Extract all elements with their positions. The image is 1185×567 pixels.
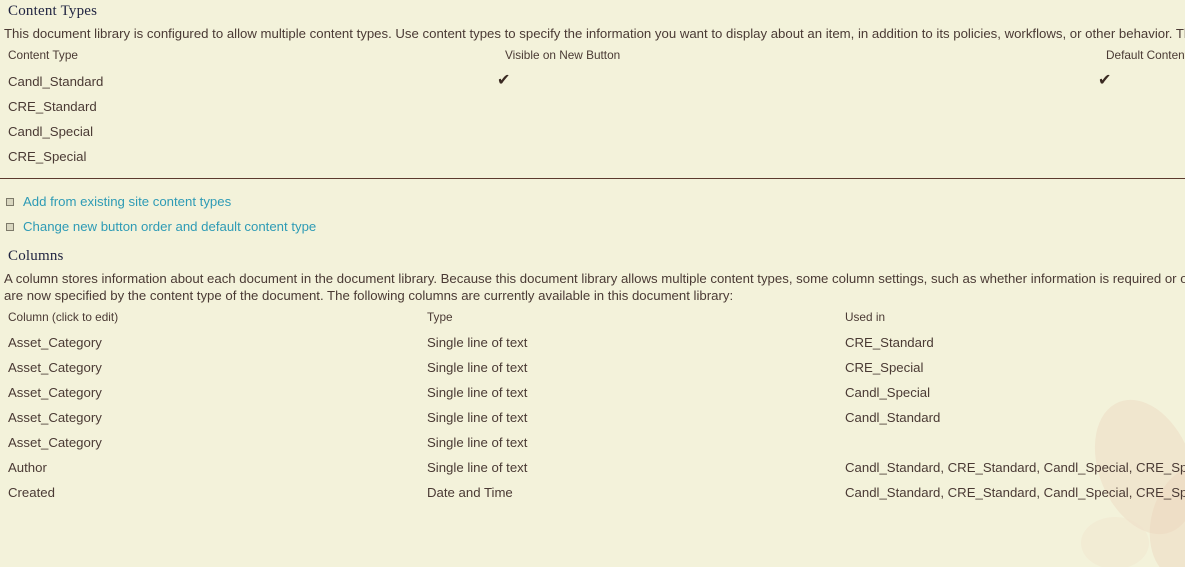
column-name[interactable]: Asset_Category bbox=[0, 355, 419, 380]
header-type: Type bbox=[427, 310, 453, 324]
columns-table-head: Column (click to edit) Type Used in bbox=[0, 304, 1185, 330]
columns-table-body: Asset_Category Single line of text CRE_S… bbox=[0, 330, 1185, 505]
visible-on-new-button-check bbox=[497, 144, 1098, 169]
column-used-in: Candl_Standard bbox=[845, 410, 941, 425]
list-item: Add from existing site content types bbox=[6, 189, 1185, 214]
table-row: Asset_Category Single line of text CRE_S… bbox=[0, 330, 1185, 355]
default-content-type-check: ✔ bbox=[1098, 68, 1185, 94]
table-row: Asset_Category Single line of text Candl… bbox=[0, 405, 1185, 430]
table-row: Author Single line of text Candl_Standar… bbox=[0, 455, 1185, 480]
column-name[interactable]: Author bbox=[0, 455, 419, 480]
visible-on-new-button-check: ✔ bbox=[497, 68, 1098, 94]
content-types-table: Content Type Visible on New Button Defau… bbox=[0, 42, 1185, 169]
default-content-type-check bbox=[1098, 94, 1185, 119]
content-type-name[interactable]: Candl_Special bbox=[0, 119, 497, 144]
add-from-existing-site-content-types-link[interactable]: Add from existing site content types bbox=[23, 194, 231, 209]
content-types-table-head: Content Type Visible on New Button Defau… bbox=[0, 42, 1185, 68]
column-type: Single line of text bbox=[427, 360, 528, 375]
table-row: Candl_Standard ✔ ✔ bbox=[0, 68, 1185, 94]
column-used-in: Candl_Special bbox=[845, 385, 931, 400]
header-content-type: Content Type bbox=[8, 48, 78, 62]
columns-header-row: Column (click to edit) Type Used in bbox=[0, 304, 1185, 330]
content-types-table-body: Candl_Standard ✔ ✔ CRE_Standard Candl_Sp… bbox=[0, 68, 1185, 169]
change-new-button-order-link[interactable]: Change new button order and default cont… bbox=[23, 219, 316, 234]
table-row: CRE_Special bbox=[0, 144, 1185, 169]
content-types-heading: Content Types bbox=[8, 3, 98, 19]
table-row: CRE_Standard bbox=[0, 94, 1185, 119]
content-type-name[interactable]: Candl_Standard bbox=[0, 68, 497, 94]
check-icon: ✔ bbox=[1098, 72, 1112, 89]
content-type-name[interactable]: CRE_Standard bbox=[0, 94, 497, 119]
column-used-in: Candl_Standard, CRE_Standard, Candl_Spec… bbox=[845, 485, 1185, 500]
content-types-header-row: Content Type Visible on New Button Defau… bbox=[0, 42, 1185, 68]
visible-on-new-button-check bbox=[497, 94, 1098, 119]
column-type: Single line of text bbox=[427, 410, 528, 425]
columns-heading: Columns bbox=[8, 248, 64, 264]
columns-table: Column (click to edit) Type Used in Asse… bbox=[0, 304, 1185, 505]
column-used-in: CRE_Special bbox=[845, 360, 924, 375]
table-row: Asset_Category Single line of text CRE_S… bbox=[0, 355, 1185, 380]
settings-page: Content Types This document library is c… bbox=[0, 0, 1185, 505]
square-bullet-icon bbox=[6, 197, 14, 206]
header-column-click-to-edit: Column (click to edit) bbox=[8, 310, 119, 324]
header-default-content-type: Default Content Type bbox=[1106, 48, 1185, 62]
column-used-in: CRE_Standard bbox=[845, 335, 934, 350]
column-name[interactable]: Created bbox=[0, 480, 419, 505]
column-type: Single line of text bbox=[427, 385, 528, 400]
column-name[interactable]: Asset_Category bbox=[0, 405, 419, 430]
column-type: Single line of text bbox=[427, 460, 528, 475]
column-name[interactable]: Asset_Category bbox=[0, 330, 419, 355]
visible-on-new-button-check bbox=[497, 119, 1098, 144]
default-content-type-check bbox=[1098, 144, 1185, 169]
content-types-actions: Add from existing site content types Cha… bbox=[0, 179, 1185, 239]
column-name[interactable]: Asset_Category bbox=[0, 430, 419, 455]
list-item: Change new button order and default cont… bbox=[6, 214, 1185, 239]
column-name[interactable]: Asset_Category bbox=[0, 380, 419, 405]
header-visible-on-new-button: Visible on New Button bbox=[505, 48, 621, 62]
content-types-description: This document library is configured to a… bbox=[4, 26, 1185, 41]
content-type-name[interactable]: CRE_Special bbox=[0, 144, 497, 169]
table-row: Asset_Category Single line of text Candl… bbox=[0, 380, 1185, 405]
column-type: Single line of text bbox=[427, 435, 528, 450]
column-used-in bbox=[837, 430, 1185, 455]
column-type: Date and Time bbox=[427, 485, 513, 500]
column-used-in: Candl_Standard, CRE_Standard, Candl_Spec… bbox=[845, 460, 1185, 475]
columns-description: A column stores information about each d… bbox=[4, 271, 1185, 303]
column-type: Single line of text bbox=[427, 335, 528, 350]
table-row: Asset_Category Single line of text bbox=[0, 430, 1185, 455]
default-content-type-check bbox=[1098, 119, 1185, 144]
square-bullet-icon bbox=[6, 222, 14, 231]
header-used-in: Used in bbox=[845, 310, 885, 324]
table-row: Created Date and Time Candl_Standard, CR… bbox=[0, 480, 1185, 505]
check-icon: ✔ bbox=[497, 72, 511, 89]
table-row: Candl_Special bbox=[0, 119, 1185, 144]
